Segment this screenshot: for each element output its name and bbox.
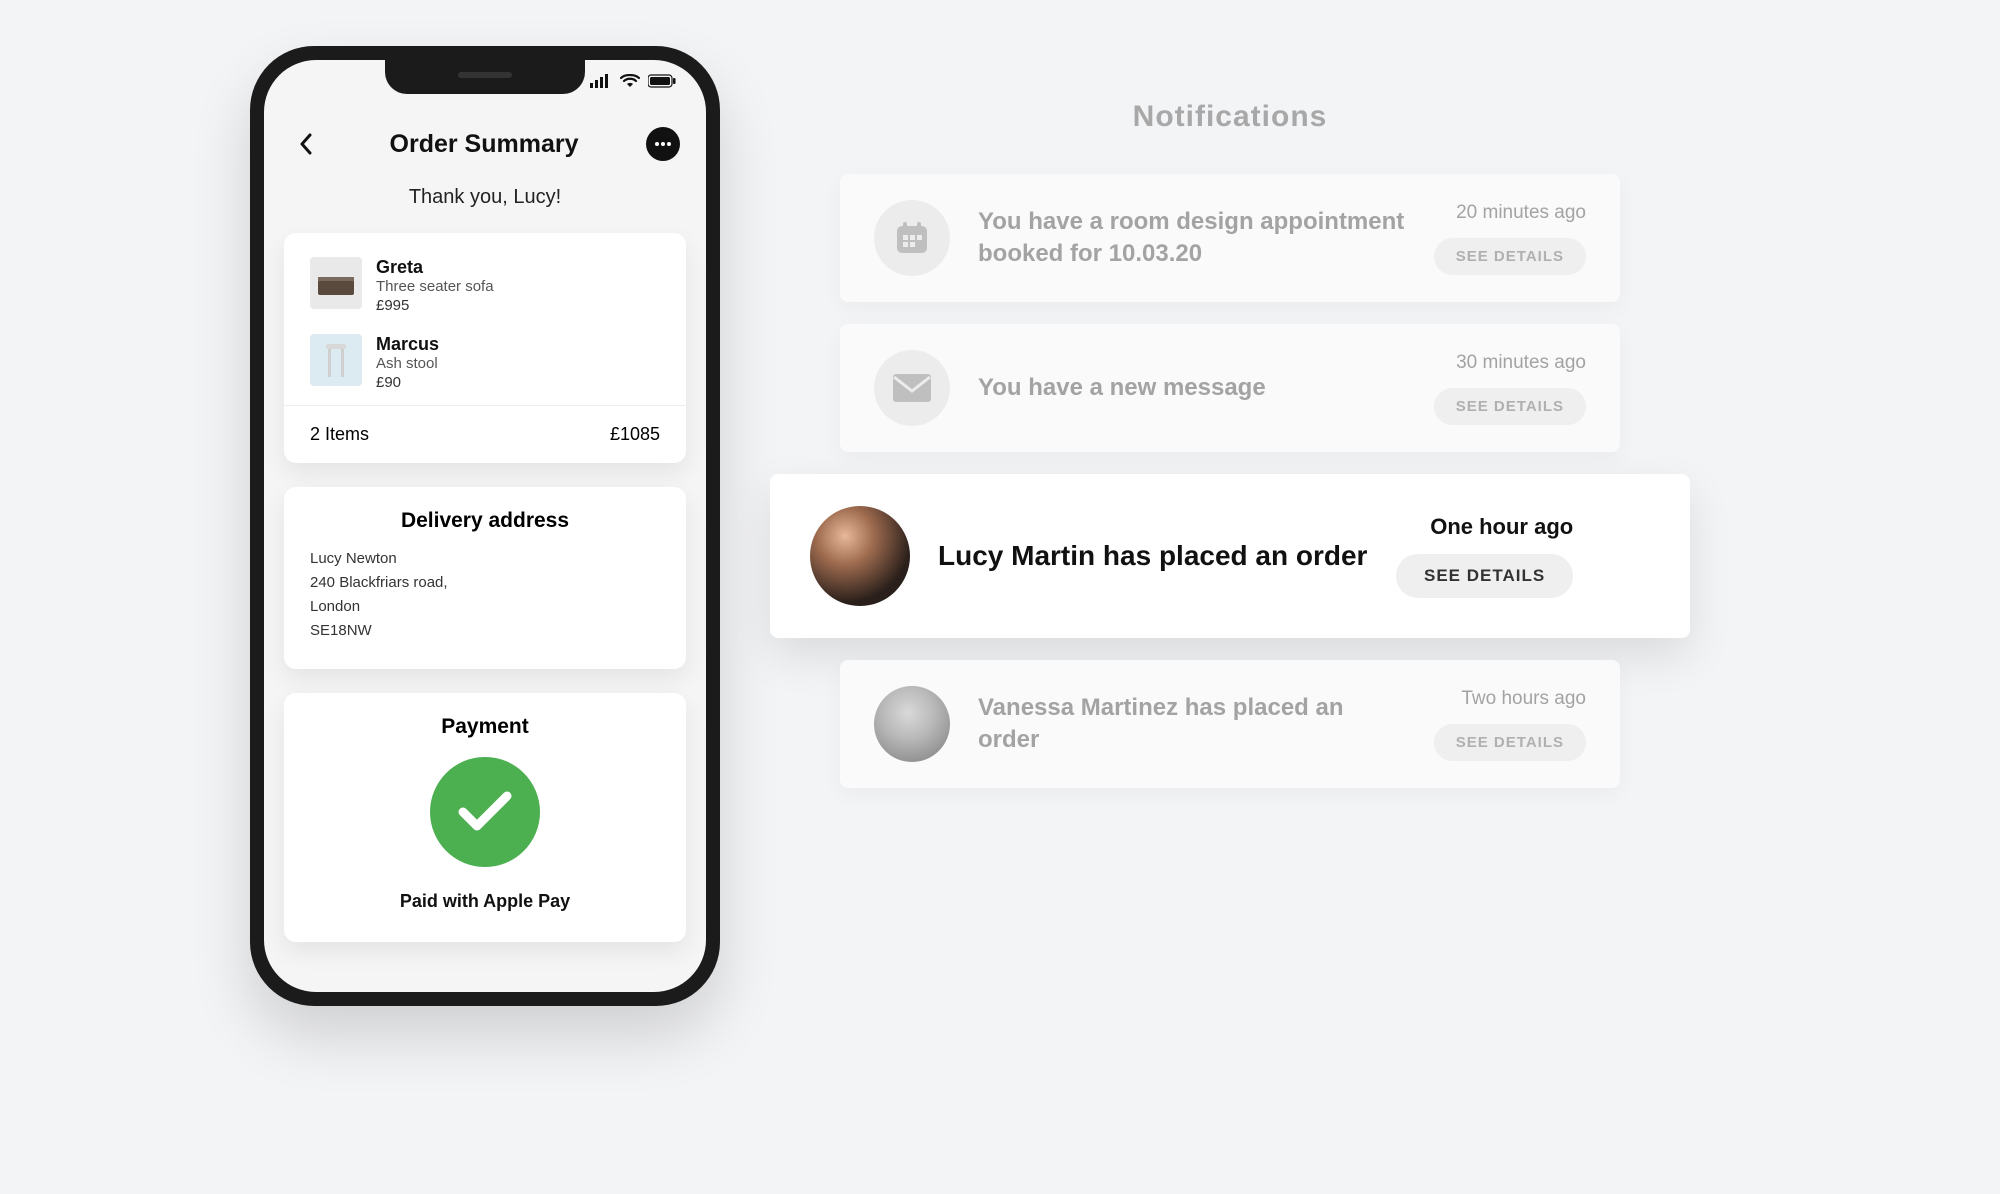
more-dot-icon — [661, 142, 665, 146]
address-line: SE18NW — [310, 619, 660, 643]
notification-card[interactable]: You have a room design appointment booke… — [840, 174, 1620, 302]
signal-icon — [590, 74, 612, 88]
see-details-button[interactable]: SEE DETAILS — [1434, 724, 1586, 761]
back-button[interactable] — [290, 128, 322, 160]
chevron-left-icon — [298, 133, 314, 155]
notification-text: You have a room design appointment booke… — [978, 206, 1406, 271]
check-icon — [455, 788, 515, 836]
see-details-button[interactable]: SEE DETAILS — [1434, 388, 1586, 425]
address-line: London — [310, 595, 660, 619]
phone-device-frame: Order Summary Thank you, Lucy! Greta Thr… — [250, 46, 720, 1006]
more-dot-icon — [655, 142, 659, 146]
avatar — [874, 686, 950, 762]
product-price: £90 — [376, 374, 439, 391]
notification-card[interactable]: Lucy Martin has placed an order One hour… — [770, 474, 1690, 638]
paid-with-label: Paid with Apple Pay — [310, 891, 660, 912]
product-thumbnail — [310, 334, 362, 386]
address-line: 240 Blackfriars road, — [310, 571, 660, 595]
wifi-icon — [620, 74, 640, 88]
address-line: Lucy Newton — [310, 547, 660, 571]
notification-text: Lucy Martin has placed an order — [938, 537, 1368, 575]
more-button[interactable] — [646, 127, 680, 161]
delivery-address-card: Delivery address Lucy Newton 240 Blackfr… — [284, 487, 686, 669]
envelope-icon — [874, 350, 950, 426]
battery-icon — [648, 74, 676, 88]
notification-time: Two hours ago — [1461, 688, 1586, 710]
payment-card: Payment Paid with Apple Pay — [284, 693, 686, 942]
product-price: £995 — [376, 297, 494, 314]
product-description: Ash stool — [376, 355, 439, 372]
status-bar — [590, 74, 676, 88]
notification-card[interactable]: Vanessa Martinez has placed an order Two… — [840, 660, 1620, 788]
thank-you-message: Thank you, Lucy! — [264, 186, 706, 209]
app-header: Order Summary — [264, 116, 706, 172]
page-title: Order Summary — [390, 130, 579, 159]
order-item: Greta Three seater sofa £995 — [284, 251, 686, 328]
product-name: Marcus — [376, 334, 439, 355]
notification-time: 20 minutes ago — [1456, 202, 1586, 224]
notification-time: 30 minutes ago — [1456, 352, 1586, 374]
product-description: Three seater sofa — [376, 278, 494, 295]
payment-success-badge — [430, 757, 540, 867]
phone-screen: Order Summary Thank you, Lucy! Greta Thr… — [264, 60, 706, 992]
items-total: £1085 — [610, 424, 660, 445]
notifications-title: Notifications — [770, 100, 1690, 134]
product-thumbnail — [310, 257, 362, 309]
order-item: Marcus Ash stool £90 — [284, 328, 686, 405]
order-items-card: Greta Three seater sofa £995 Marcus Ash … — [284, 233, 686, 463]
notification-text: Vanessa Martinez has placed an order — [978, 692, 1406, 757]
see-details-button[interactable]: SEE DETAILS — [1434, 238, 1586, 275]
notification-text: You have a new message — [978, 372, 1406, 404]
notifications-panel: Notifications You have a room design app… — [770, 100, 1690, 810]
order-items-footer: 2 Items £1085 — [284, 405, 686, 463]
calendar-icon — [874, 200, 950, 276]
items-count: 2 Items — [310, 424, 369, 445]
phone-notch — [385, 60, 585, 94]
notification-card[interactable]: You have a new message 30 minutes ago SE… — [840, 324, 1620, 452]
payment-title: Payment — [310, 715, 660, 739]
more-dot-icon — [667, 142, 671, 146]
see-details-button[interactable]: SEE DETAILS — [1396, 554, 1573, 598]
product-name: Greta — [376, 257, 494, 278]
delivery-title: Delivery address — [310, 509, 660, 533]
notification-time: One hour ago — [1430, 514, 1573, 540]
avatar — [810, 506, 910, 606]
